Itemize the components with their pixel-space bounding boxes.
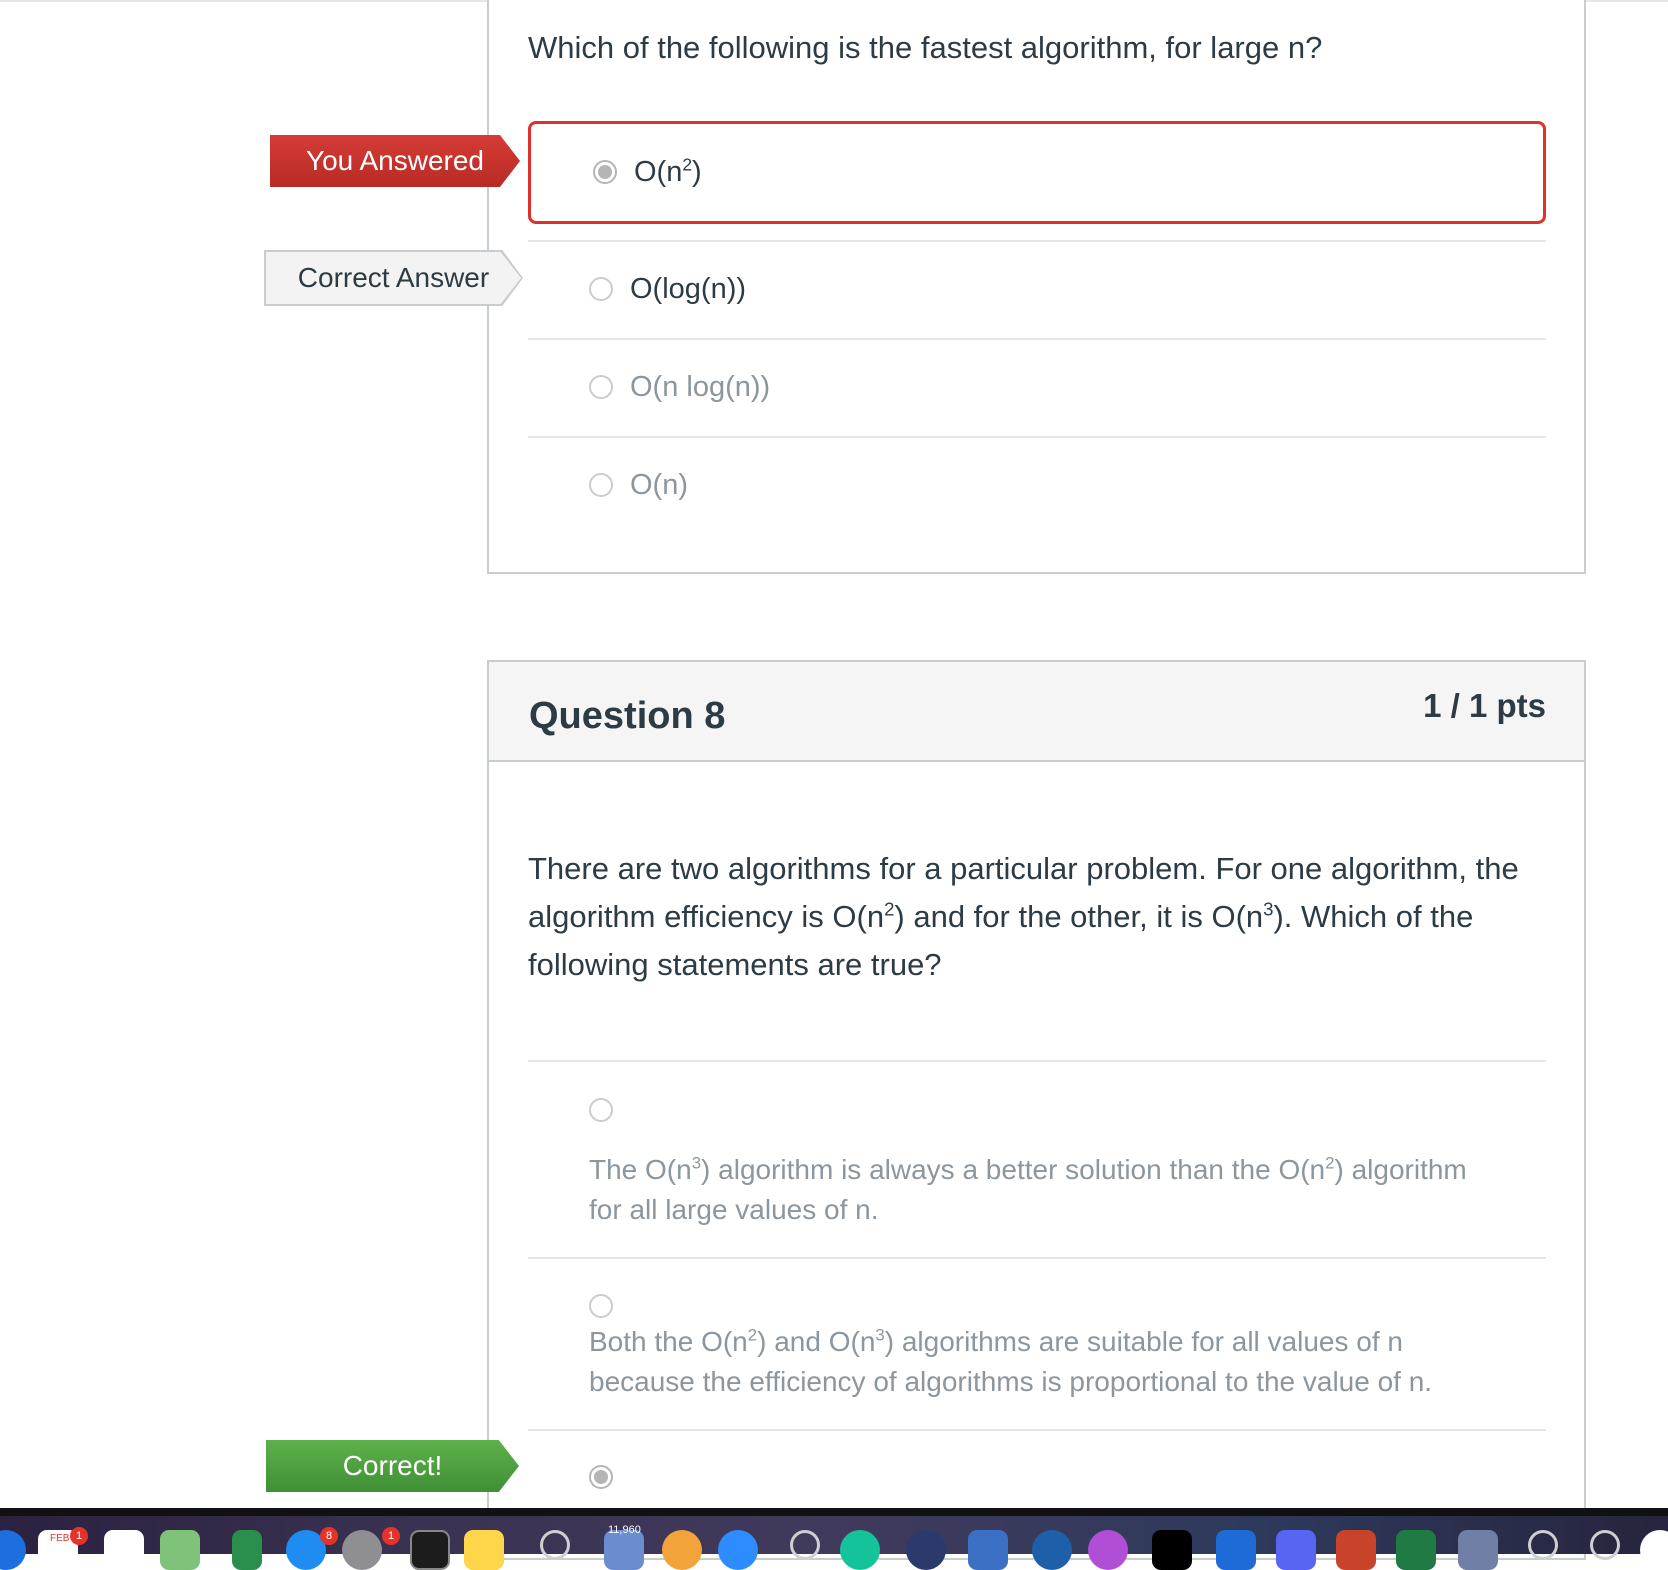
question-8-card: Question 8 1 / 1 pts [487, 660, 1586, 1560]
app-store-badge: 8 [320, 1527, 338, 1545]
question-title: Question 8 [529, 695, 726, 737]
calendar-badge: 1 [70, 1527, 88, 1545]
mail-count: 11,960 [608, 1524, 641, 1536]
question-app-icon[interactable] [1590, 1530, 1620, 1560]
question-app-icon[interactable] [1528, 1530, 1558, 1560]
answer-radio[interactable] [589, 473, 613, 497]
prompt-line: following statements are true? [528, 947, 942, 982]
terminal-icon[interactable] [410, 1530, 450, 1570]
answer-radio[interactable] [589, 375, 613, 399]
dropbox-icon[interactable] [1216, 1530, 1256, 1570]
you-answered-flag: You Answered [270, 135, 520, 187]
answer-radio-selected[interactable] [589, 1465, 613, 1489]
dock-app-icon[interactable] [1640, 1530, 1668, 1570]
divider [528, 1060, 1546, 1062]
calendar-month: FEB [50, 1533, 70, 1544]
question-app-icon[interactable] [790, 1530, 820, 1560]
correct-answer-flag: Correct Answer [266, 252, 521, 304]
answer-radio[interactable] [589, 277, 613, 301]
podcasts-icon[interactable] [1088, 1530, 1128, 1570]
notes-icon[interactable] [464, 1530, 504, 1570]
globe-icon[interactable] [1032, 1530, 1072, 1570]
question-7-prompt: Which of the following is the fastest al… [528, 30, 1323, 65]
answer-label: O(n) [630, 469, 688, 501]
answer-label: O(log(n)) [630, 273, 747, 305]
question-8-header: Question 8 1 / 1 pts [489, 662, 1584, 762]
grammarly-icon[interactable] [840, 1530, 880, 1570]
divider [528, 436, 1546, 438]
preview-icon[interactable] [968, 1530, 1008, 1570]
reminders-icon[interactable] [104, 1530, 144, 1570]
question-points: 1 / 1 pts [1423, 687, 1546, 724]
system-preferences-badge: 1 [382, 1527, 400, 1545]
answer-label: O(n log(n)) [630, 371, 771, 403]
mail-icon[interactable]: 11,960 [604, 1524, 644, 1570]
zoom-icon[interactable] [718, 1530, 758, 1570]
answer-text: The O(n3) algorithm is always a better s… [589, 1153, 1467, 1225]
divider [528, 240, 1546, 242]
answer-radio[interactable] [593, 160, 617, 184]
maps-icon[interactable] [160, 1530, 200, 1570]
discord-icon[interactable] [1276, 1530, 1316, 1570]
correct-flag: Correct! [266, 1440, 519, 1492]
prompt-line: There are two algorithms for a particula… [528, 851, 1519, 886]
virtualbox-icon[interactable] [1458, 1530, 1498, 1570]
excel-icon[interactable] [1396, 1530, 1436, 1570]
books-icon[interactable] [662, 1530, 702, 1570]
apple-tv-icon[interactable] [1152, 1530, 1192, 1570]
question-8-prompt: There are two algorithms for a particula… [528, 845, 1558, 989]
divider [528, 338, 1546, 340]
answer-radio[interactable] [589, 1294, 613, 1318]
prompt-line: algorithm efficiency is O(n2) and for th… [528, 898, 1474, 934]
answer-text: Both the O(n2) and O(n3) algorithms are … [589, 1325, 1433, 1397]
browser-icon[interactable] [906, 1530, 946, 1570]
dock-top-edge [0, 1508, 1668, 1516]
divider [528, 1257, 1546, 1259]
numbers-icon[interactable] [232, 1530, 262, 1570]
powerpoint-icon[interactable] [1336, 1530, 1376, 1570]
system-preferences-icon[interactable] [342, 1530, 382, 1570]
answer-radio[interactable] [589, 1098, 613, 1122]
answer-label: O(n2) [634, 154, 702, 188]
divider [528, 1429, 1546, 1431]
question-app-icon[interactable] [540, 1530, 570, 1560]
